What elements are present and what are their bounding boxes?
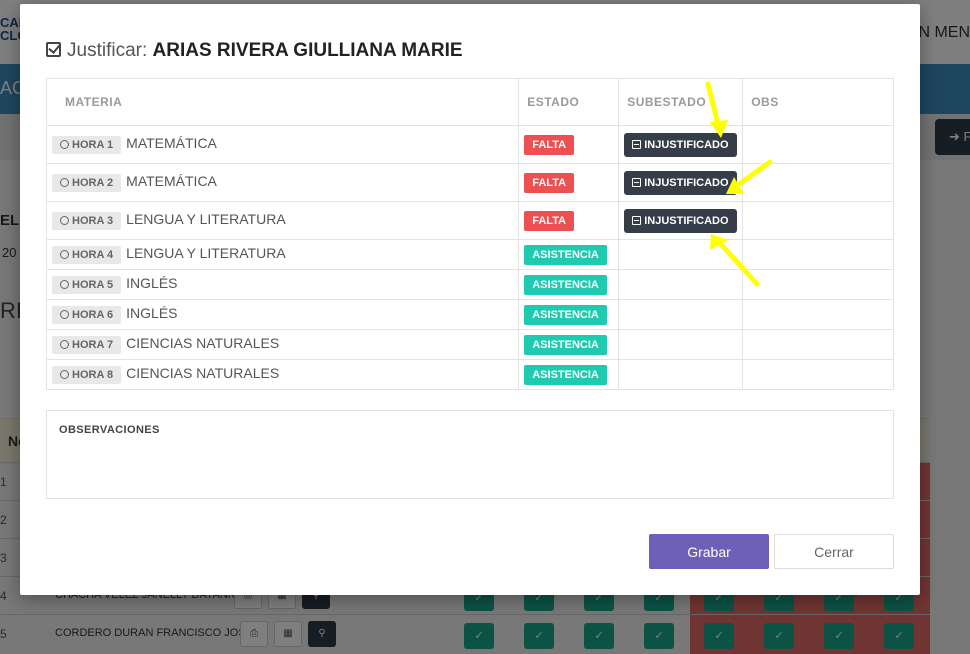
hour-label: HORA 7 (52, 336, 122, 354)
table-row: HORA 4 LENGUA Y LITERATURA ASISTENCIA (45, 239, 894, 270)
substatus-button[interactable]: INJUSTIFICADO (624, 132, 737, 157)
table-row: HORA 8 CIENCIAS NATURALES ASISTENCIA (45, 359, 894, 390)
obs-cell (742, 269, 894, 300)
substatus-button[interactable]: INJUSTIFICADO (624, 170, 737, 195)
hour-label: HORA 3 (52, 212, 122, 230)
subjects-table: MATERIA ESTADO SUBESTADO OBS HORA 1 MATEM… (45, 78, 894, 390)
substatus-cell (618, 359, 744, 390)
subject-name: CIENCIAS NATURALES (126, 365, 280, 381)
obs-cell (742, 329, 894, 360)
subject-name: INGLÉS (126, 305, 178, 321)
subject-name: LENGUA Y LITERATURA (126, 245, 286, 261)
minus-square-icon (632, 177, 642, 187)
table-row: HORA 6 INGLÉS ASISTENCIA (45, 299, 894, 330)
status-badge: ASISTENCIA (524, 304, 607, 325)
status-badge: FALTA (524, 172, 575, 193)
save-button[interactable]: Grabar (649, 534, 769, 569)
table-row: HORA 1 MATEMÁTICA FALTA INJUSTIFICADO (45, 125, 894, 164)
table-row: HORA 2 MATEMÁTICA FALTA INJUSTIFICADO (45, 163, 894, 202)
clock-icon (60, 250, 69, 259)
subject-name: MATEMÁTICA (126, 135, 217, 151)
table-row: HORA 3 LENGUA Y LITERATURA FALTA INJUSTIF… (45, 201, 894, 240)
subject-name: CIENCIAS NATURALES (126, 335, 280, 351)
observations-textarea[interactable]: OBSERVACIONES (46, 410, 894, 499)
modal-title: Justificar: ARIAS RIVERA GIULLIANA MARIE (46, 40, 463, 62)
column-materia: MATERIA (45, 78, 520, 126)
substatus-cell (618, 299, 744, 330)
obs-cell (742, 299, 894, 330)
justify-modal: Justificar: ARIAS RIVERA GIULLIANA MARIE… (20, 4, 920, 595)
hour-label: HORA 2 (52, 174, 122, 192)
close-button[interactable]: Cerrar (774, 534, 894, 569)
status-badge: FALTA (524, 210, 575, 231)
status-badge: ASISTENCIA (524, 244, 607, 265)
table-header-row: MATERIA ESTADO SUBESTADO OBS (45, 78, 894, 126)
hour-label: HORA 6 (52, 306, 122, 324)
subject-name: LENGUA Y LITERATURA (126, 211, 286, 227)
subject-name: INGLÉS (126, 275, 178, 291)
table-row: HORA 7 CIENCIAS NATURALES ASISTENCIA (45, 329, 894, 360)
status-badge: FALTA (524, 134, 575, 155)
status-badge: ASISTENCIA (524, 334, 607, 355)
minus-square-icon (632, 215, 642, 225)
hour-label: HORA 4 (52, 246, 122, 264)
obs-cell (742, 201, 894, 240)
clock-icon (60, 216, 69, 225)
checkbox-icon (46, 42, 61, 57)
substatus-cell (618, 269, 744, 300)
clock-icon (60, 310, 69, 319)
clock-icon (60, 340, 69, 349)
subject-name: MATEMÁTICA (126, 173, 217, 189)
clock-icon (60, 280, 69, 289)
obs-cell (742, 163, 894, 202)
status-badge: ASISTENCIA (524, 364, 607, 385)
hour-label: HORA 8 (52, 366, 122, 384)
clock-icon (60, 140, 69, 149)
column-subestado: SUBESTADO (618, 78, 744, 126)
substatus-cell (618, 239, 744, 270)
status-badge: ASISTENCIA (524, 274, 607, 295)
clock-icon (60, 178, 69, 187)
observations-label: OBSERVACIONES (59, 424, 160, 436)
minus-square-icon (632, 139, 642, 149)
hour-label: HORA 1 (52, 136, 122, 154)
modal-title-prefix: Justificar: (67, 40, 148, 61)
substatus-button[interactable]: INJUSTIFICADO (624, 208, 737, 233)
substatus-cell (618, 329, 744, 360)
student-name: ARIAS RIVERA GIULLIANA MARIE (152, 40, 463, 61)
obs-cell (742, 239, 894, 270)
column-obs: OBS (742, 78, 894, 126)
obs-cell (742, 359, 894, 390)
column-estado: ESTADO (518, 78, 620, 126)
table-row: HORA 5 INGLÉS ASISTENCIA (45, 269, 894, 300)
obs-cell (742, 125, 894, 164)
hour-label: HORA 5 (52, 276, 122, 294)
clock-icon (60, 370, 69, 379)
